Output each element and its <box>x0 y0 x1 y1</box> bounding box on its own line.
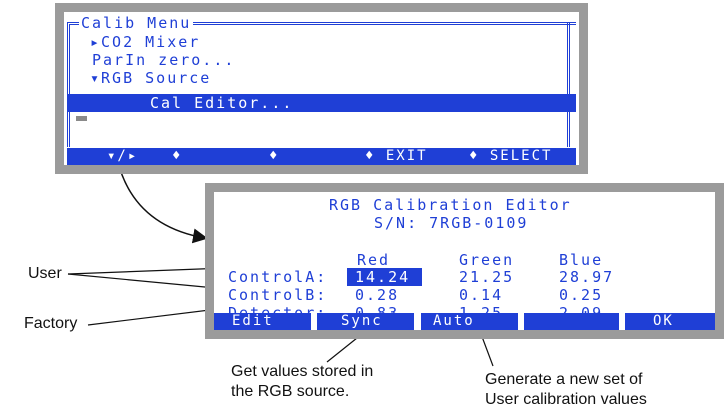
auto-callout: Generate a new set of User calibration v… <box>485 370 647 410</box>
edit-button-label: Edit <box>232 313 274 329</box>
calib-menu-screen: Calib Menu ▸CO2 Mixer ParIn zero... ▾RGB… <box>55 3 588 174</box>
ok-button-label: OK <box>653 313 674 329</box>
auto-button-label: Auto <box>433 313 475 329</box>
cell-controla-blue[interactable]: 28.97 <box>559 268 614 286</box>
menu-title-text: Calib Menu <box>81 14 192 32</box>
cell-controlb-blue[interactable]: 0.25 <box>559 286 603 304</box>
selected-item-label: Cal Editor... <box>150 94 294 112</box>
menu-item-parin-zero[interactable]: ParIn zero... <box>92 51 235 69</box>
menu-item-cal-editor[interactable]: Cal Editor... <box>67 94 576 112</box>
blank-button[interactable] <box>524 313 619 330</box>
cursor-block <box>76 116 87 121</box>
menu-item-co2-mixer[interactable]: ▸CO2 Mixer <box>90 33 200 51</box>
editor-title: RGB Calibration Editor <box>329 196 572 214</box>
fkey-3[interactable]: ♦ <box>269 148 279 165</box>
fkey-nav[interactable]: ▾/▸ <box>107 148 138 165</box>
factory-callout: Factory <box>24 315 78 332</box>
fkey-select[interactable]: ♦ SELECT <box>469 148 552 165</box>
fkey-exit[interactable]: ♦ EXIT <box>365 148 428 165</box>
cell-controla-green[interactable]: 21.25 <box>459 268 514 286</box>
cell-controlb-green[interactable]: 0.14 <box>459 286 503 304</box>
sync-callout: Get values stored in the RGB source. <box>231 362 373 402</box>
auto-callout-line2: User calibration values <box>485 391 647 408</box>
user-callout: User <box>28 265 62 282</box>
sync-callout-line2: the RGB source. <box>231 383 350 400</box>
sync-callout-line1: Get values stored in <box>231 363 374 380</box>
menu-function-bar: ▾/▸ ♦ ♦ ♦ EXIT ♦ SELECT <box>67 148 576 165</box>
menu-item-label: ParIn zero... <box>92 51 236 69</box>
menu-item-rgb-source[interactable]: ▾RGB Source <box>90 69 211 87</box>
column-header-red: Red <box>357 251 391 269</box>
fkey-2[interactable]: ♦ <box>172 148 182 165</box>
expand-marker-icon: ▸ <box>90 33 102 51</box>
collapse-marker-icon: ▾ <box>90 69 102 87</box>
serial-number: S/N: 7RGB-0109 <box>374 214 529 232</box>
sync-button-label: Sync <box>341 313 383 329</box>
cell-controlb-red[interactable]: 0.28 <box>355 286 399 304</box>
column-header-blue: Blue <box>559 251 604 269</box>
menu-item-label: CO2 Mixer <box>101 33 201 51</box>
auto-button[interactable]: Auto <box>421 313 518 330</box>
editor-function-bar: Edit Sync Auto OK <box>214 313 715 330</box>
rgb-calibration-editor-screen: RGB Calibration Editor S/N: 7RGB-0109 Re… <box>205 183 724 339</box>
menu-item-label: RGB Source <box>101 69 212 87</box>
menu-frame-right <box>567 22 576 147</box>
sync-button[interactable]: Sync <box>317 313 414 330</box>
row-label-controlb: ControlB: <box>228 286 328 304</box>
edit-button[interactable]: Edit <box>214 313 311 330</box>
auto-callout-line1: Generate a new set of <box>485 371 643 388</box>
row-label-controla: ControlA: <box>228 268 328 286</box>
cell-controla-red[interactable]: 14.24 <box>347 268 423 286</box>
column-header-green: Green <box>459 251 515 269</box>
ok-button[interactable]: OK <box>625 313 715 330</box>
menu-title: Calib Menu <box>79 14 194 32</box>
